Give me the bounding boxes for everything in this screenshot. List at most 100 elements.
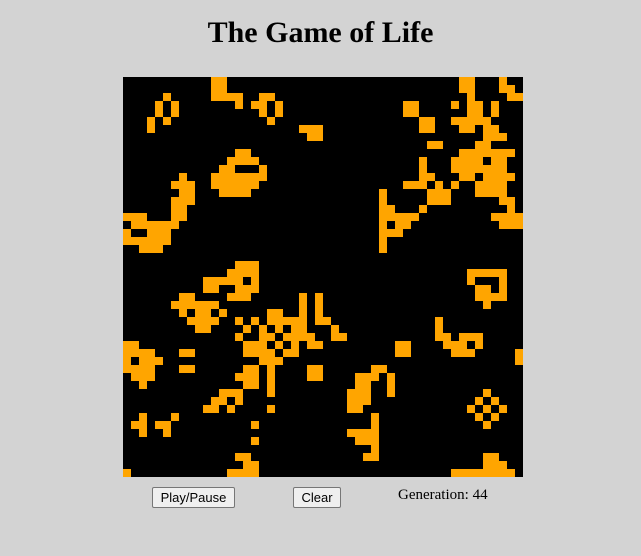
live-cell[interactable] bbox=[299, 309, 307, 317]
live-cell[interactable] bbox=[219, 189, 227, 197]
live-cell[interactable] bbox=[235, 101, 243, 109]
live-cell[interactable] bbox=[371, 413, 379, 421]
live-cell[interactable] bbox=[275, 325, 283, 333]
live-cell[interactable] bbox=[251, 469, 259, 477]
live-cell[interactable] bbox=[171, 205, 179, 213]
live-cell[interactable] bbox=[427, 173, 435, 181]
live-cell[interactable] bbox=[299, 301, 307, 309]
live-cell[interactable] bbox=[355, 405, 363, 413]
live-cell[interactable] bbox=[467, 125, 475, 133]
live-cell[interactable] bbox=[315, 293, 323, 301]
live-cell[interactable] bbox=[499, 277, 507, 285]
live-cell[interactable] bbox=[499, 197, 507, 205]
live-cell[interactable] bbox=[187, 301, 195, 309]
live-cell[interactable] bbox=[499, 189, 507, 197]
live-cell[interactable] bbox=[403, 221, 411, 229]
live-cell[interactable] bbox=[395, 349, 403, 357]
live-cell[interactable] bbox=[315, 125, 323, 133]
live-cell[interactable] bbox=[307, 341, 315, 349]
live-cell[interactable] bbox=[499, 165, 507, 173]
live-cell[interactable] bbox=[147, 365, 155, 373]
live-cell[interactable] bbox=[235, 389, 243, 397]
live-cell[interactable] bbox=[195, 309, 203, 317]
live-cell[interactable] bbox=[459, 349, 467, 357]
live-cell[interactable] bbox=[203, 301, 211, 309]
live-cell[interactable] bbox=[475, 109, 483, 117]
live-cell[interactable] bbox=[227, 469, 235, 477]
live-cell[interactable] bbox=[451, 181, 459, 189]
live-cell[interactable] bbox=[275, 341, 283, 349]
live-cell[interactable] bbox=[499, 85, 507, 93]
live-cell[interactable] bbox=[251, 269, 259, 277]
live-cell[interactable] bbox=[251, 181, 259, 189]
live-cell[interactable] bbox=[499, 285, 507, 293]
live-cell[interactable] bbox=[147, 373, 155, 381]
live-cell[interactable] bbox=[475, 397, 483, 405]
live-cell[interactable] bbox=[171, 213, 179, 221]
live-cell[interactable] bbox=[467, 117, 475, 125]
live-cell[interactable] bbox=[475, 285, 483, 293]
live-cell[interactable] bbox=[299, 325, 307, 333]
live-cell[interactable] bbox=[243, 157, 251, 165]
live-cell[interactable] bbox=[451, 349, 459, 357]
live-cell[interactable] bbox=[451, 341, 459, 349]
live-cell[interactable] bbox=[467, 269, 475, 277]
live-cell[interactable] bbox=[491, 133, 499, 141]
live-cell[interactable] bbox=[347, 389, 355, 397]
live-cell[interactable] bbox=[227, 293, 235, 301]
live-cell[interactable] bbox=[475, 413, 483, 421]
live-cell[interactable] bbox=[435, 317, 443, 325]
live-cell[interactable] bbox=[459, 85, 467, 93]
live-cell[interactable] bbox=[315, 309, 323, 317]
live-cell[interactable] bbox=[275, 317, 283, 325]
live-cell[interactable] bbox=[235, 277, 243, 285]
live-cell[interactable] bbox=[491, 125, 499, 133]
live-cell[interactable] bbox=[483, 125, 491, 133]
live-cell[interactable] bbox=[259, 357, 267, 365]
live-cell[interactable] bbox=[291, 341, 299, 349]
live-cell[interactable] bbox=[419, 165, 427, 173]
live-cell[interactable] bbox=[459, 469, 467, 477]
live-cell[interactable] bbox=[163, 117, 171, 125]
live-cell[interactable] bbox=[379, 197, 387, 205]
live-cell[interactable] bbox=[291, 317, 299, 325]
live-cell[interactable] bbox=[443, 333, 451, 341]
live-cell[interactable] bbox=[131, 213, 139, 221]
live-cell[interactable] bbox=[491, 181, 499, 189]
live-cell[interactable] bbox=[427, 197, 435, 205]
live-cell[interactable] bbox=[475, 341, 483, 349]
live-cell[interactable] bbox=[507, 93, 515, 101]
live-cell[interactable] bbox=[379, 205, 387, 213]
live-cell[interactable] bbox=[371, 429, 379, 437]
live-cell[interactable] bbox=[475, 181, 483, 189]
live-cell[interactable] bbox=[227, 389, 235, 397]
live-cell[interactable] bbox=[379, 245, 387, 253]
live-cell[interactable] bbox=[379, 189, 387, 197]
live-cell[interactable] bbox=[227, 93, 235, 101]
live-cell[interactable] bbox=[243, 461, 251, 469]
live-cell[interactable] bbox=[235, 93, 243, 101]
live-cell[interactable] bbox=[243, 325, 251, 333]
live-cell[interactable] bbox=[395, 341, 403, 349]
live-cell[interactable] bbox=[467, 405, 475, 413]
live-cell[interactable] bbox=[483, 165, 491, 173]
live-cell[interactable] bbox=[451, 117, 459, 125]
live-cell[interactable] bbox=[483, 301, 491, 309]
live-cell[interactable] bbox=[211, 85, 219, 93]
live-cell[interactable] bbox=[275, 309, 283, 317]
live-cell[interactable] bbox=[483, 453, 491, 461]
live-cell[interactable] bbox=[259, 165, 267, 173]
live-cell[interactable] bbox=[419, 205, 427, 213]
live-cell[interactable] bbox=[131, 373, 139, 381]
live-cell[interactable] bbox=[427, 141, 435, 149]
live-cell[interactable] bbox=[179, 349, 187, 357]
live-cell[interactable] bbox=[331, 333, 339, 341]
live-cell[interactable] bbox=[187, 365, 195, 373]
live-cell[interactable] bbox=[187, 189, 195, 197]
live-cell[interactable] bbox=[499, 221, 507, 229]
live-cell[interactable] bbox=[419, 157, 427, 165]
live-cell[interactable] bbox=[219, 165, 227, 173]
live-cell[interactable] bbox=[211, 397, 219, 405]
live-cell[interactable] bbox=[195, 317, 203, 325]
live-cell[interactable] bbox=[363, 397, 371, 405]
